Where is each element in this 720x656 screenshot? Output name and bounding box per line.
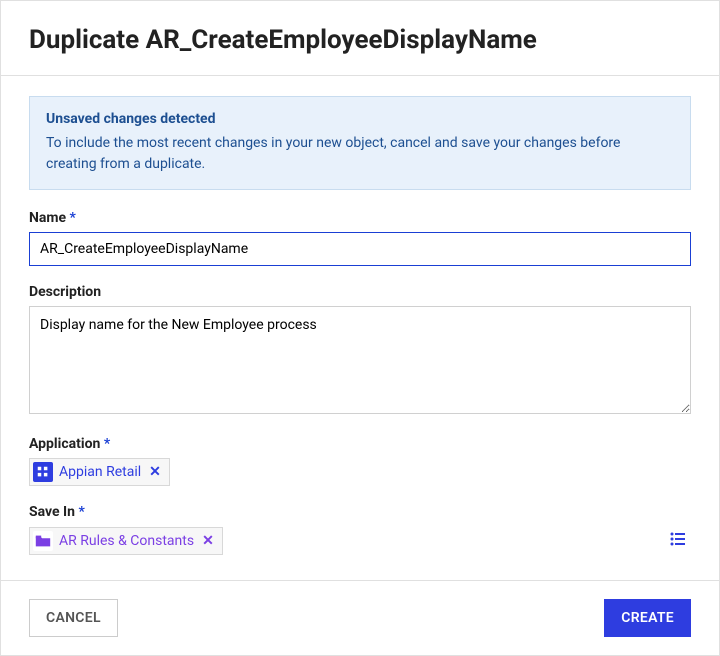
create-button[interactable]: CREATE (604, 599, 691, 637)
modal-footer: CANCEL CREATE (1, 580, 719, 655)
description-field-group: Description Display name for the New Emp… (29, 284, 691, 418)
application-icon (33, 462, 53, 482)
modal-body: Unsaved changes detected To include the … (1, 76, 719, 580)
name-input[interactable] (29, 232, 691, 266)
save-in-remove-icon[interactable]: ✕ (200, 533, 216, 549)
save-in-chip-label: AR Rules & Constants (59, 533, 194, 549)
required-indicator: * (70, 210, 76, 226)
modal-header: Duplicate AR_CreateEmployeeDisplayName (1, 1, 719, 76)
browse-button[interactable] (665, 526, 691, 556)
description-textarea[interactable]: Display name for the New Employee proces… (29, 306, 691, 414)
application-chip-label: Appian Retail (59, 464, 141, 480)
duplicate-modal: Duplicate AR_CreateEmployeeDisplayName U… (0, 0, 720, 656)
required-indicator: * (104, 436, 110, 452)
save-in-row: AR Rules & Constants ✕ (29, 526, 691, 556)
application-label: Application * (29, 436, 691, 452)
list-icon (669, 530, 687, 548)
save-in-label: Save In * (29, 504, 691, 520)
warning-text: To include the most recent changes in yo… (46, 133, 674, 175)
folder-icon (33, 531, 53, 551)
warning-title: Unsaved changes detected (46, 111, 674, 127)
application-field-group: Application * Appian Retail ✕ (29, 436, 691, 486)
required-indicator: * (78, 504, 84, 520)
application-chip[interactable]: Appian Retail ✕ (29, 458, 170, 486)
cancel-button[interactable]: CANCEL (29, 599, 118, 637)
warning-banner: Unsaved changes detected To include the … (29, 96, 691, 190)
save-in-field-group: Save In * AR Rules & Constants ✕ (29, 504, 691, 556)
description-label: Description (29, 284, 691, 300)
modal-title: Duplicate AR_CreateEmployeeDisplayName (29, 25, 691, 55)
application-remove-icon[interactable]: ✕ (147, 464, 163, 480)
name-field-group: Name * (29, 210, 691, 266)
save-in-chip[interactable]: AR Rules & Constants ✕ (29, 527, 223, 555)
name-label: Name * (29, 210, 691, 226)
